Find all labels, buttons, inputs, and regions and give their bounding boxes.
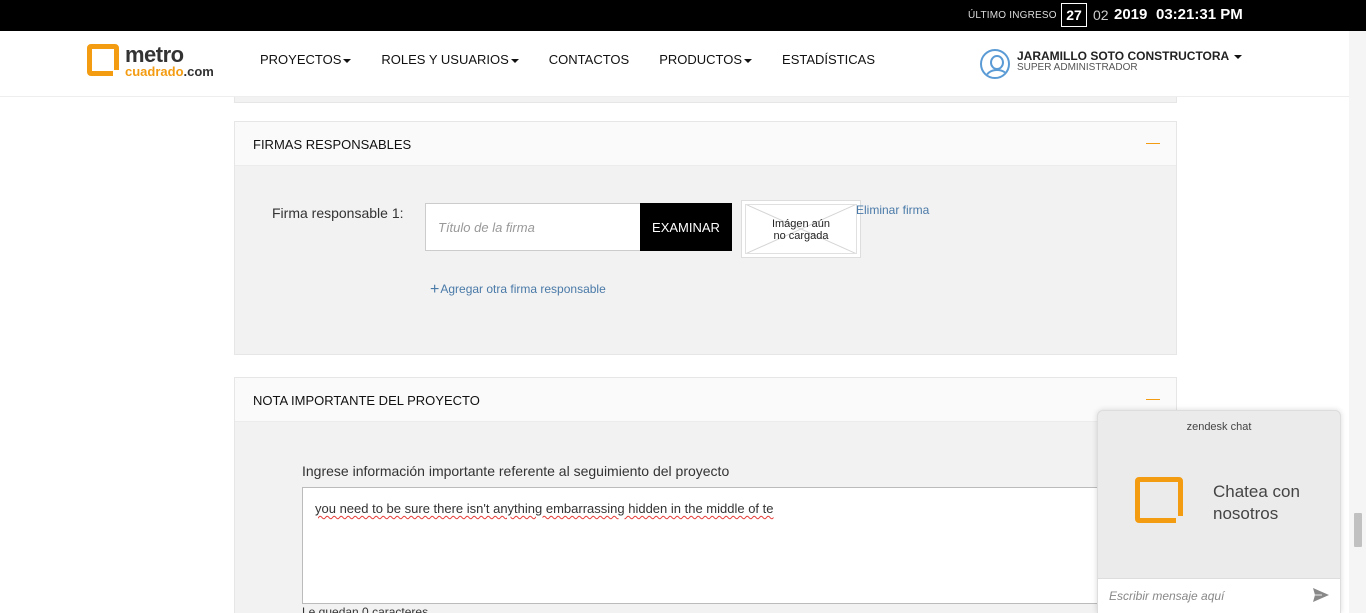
signatures-panel: FIRMAS RESPONSABLES Firma responsable 1:… [234,121,1177,355]
chat-cta-line1: Chatea con [1213,482,1300,501]
metrocuadrado-logo[interactable]: metro cuadrado.com [87,42,227,84]
signature-title-input[interactable] [425,203,641,251]
chat-message-input[interactable] [1098,578,1340,613]
nav-contactos[interactable]: CONTACTOS [549,52,629,67]
add-signature-label: Agregar otra firma responsable [440,282,606,296]
nav-roles-usuarios-label: ROLES Y USUARIOS [381,52,509,67]
chevron-down-icon [343,58,352,63]
image-placeholder-line1: Imágen aún [771,218,831,230]
logo-mark-icon [87,44,123,80]
scrollbar-thumb[interactable] [1354,513,1362,547]
signatures-panel-title: FIRMAS RESPONSABLES [253,137,412,152]
collapse-icon[interactable] [1146,143,1160,144]
nav-proyectos[interactable]: PROYECTOS [260,52,352,67]
nav-productos[interactable]: PRODUCTOS [659,52,753,67]
nav-contactos-label: CONTACTOS [548,52,630,67]
user-menu[interactable]: JARAMILLO SOTO CONSTRUCTORA SUPER ADMINI… [980,49,1243,81]
last-login-time: 03:21:31 PM [1156,6,1243,23]
nav-estadisticas-label: ESTADÍSTICAS [782,52,875,67]
signatures-panel-header[interactable]: FIRMAS RESPONSABLES [235,122,1176,166]
signature-image-placeholder: Imágen aún no cargada [741,200,861,258]
add-signature-link[interactable]: +Agregar otra firma responsable [430,281,606,298]
browse-button[interactable]: EXAMINAR [640,203,732,251]
last-login-label: ÚLTIMO INGRESO [968,10,1057,21]
page-scrollbar[interactable] [1349,31,1366,613]
user-name: JARAMILLO SOTO CONSTRUCTORA [1017,49,1243,63]
project-note-panel-title: NOTA IMPORTANTE DEL PROYECTO [253,393,480,408]
chevron-down-icon [510,58,519,63]
logo-word-cuadrado: cuadrado.com [125,64,214,79]
project-note-panel-header[interactable]: NOTA IMPORTANTE DEL PROYECTO [235,378,1176,422]
remove-signature-link[interactable]: Eliminar firma [856,203,929,217]
project-note-text: you need to be sure there isn't anything… [315,501,774,516]
project-note-textarea[interactable]: you need to be sure there isn't anything… [302,487,1122,604]
previous-panel-edge [234,97,1177,103]
chat-cta-line2: nosotros [1213,504,1279,523]
nav-proyectos-label: PROYECTOS [260,52,342,67]
user-name-text: JARAMILLO SOTO CONSTRUCTORA [1017,49,1229,63]
logo-word-suffix: .com [183,64,214,79]
chat-brand: zendesk chat [1186,421,1252,433]
top-bar: ÚLTIMO INGRESO 27 02 2019 03:21:31 PM [0,0,1366,31]
chat-logo-icon [1135,477,1186,526]
nav-productos-label: PRODUCTOS [659,52,743,67]
last-login-day: 27 [1061,3,1087,27]
image-placeholder-line2: no cargada [773,230,829,242]
characters-left-counter: Le quedan 0 caracteres [302,605,429,613]
signature-1-label: Firma responsable 1: [272,205,404,221]
send-icon[interactable] [1312,587,1330,603]
plus-icon: + [430,281,440,298]
collapse-icon[interactable] [1146,399,1160,400]
main-header: metro cuadrado.com PROYECTOS ROLES Y USU… [0,31,1366,97]
main-nav: PROYECTOS ROLES Y USUARIOS CONTACTOS PRO… [260,52,905,67]
nav-estadisticas[interactable]: ESTADÍSTICAS [782,52,875,67]
last-login-month: 02 [1093,7,1109,23]
zendesk-chat-widget[interactable]: zendesk chat Chatea con nosotros [1097,410,1341,613]
last-login-year: 2019 [1114,6,1148,23]
nav-roles-usuarios[interactable]: ROLES Y USUARIOS [381,52,519,67]
logo-word-cuadrado-main: cuadrado [125,64,184,79]
chevron-down-icon [744,58,753,63]
project-note-panel: NOTA IMPORTANTE DEL PROYECTO Ingrese inf… [234,377,1177,613]
user-avatar-icon [980,49,1010,79]
chevron-down-icon [1234,54,1243,59]
user-role: SUPER ADMINISTRADOR [1017,62,1138,73]
project-note-instruction: Ingrese información importante referente… [302,463,730,479]
chat-cta[interactable]: Chatea con nosotros [1213,481,1300,525]
image-placeholder-text: Imágen aún no cargada [745,218,857,242]
